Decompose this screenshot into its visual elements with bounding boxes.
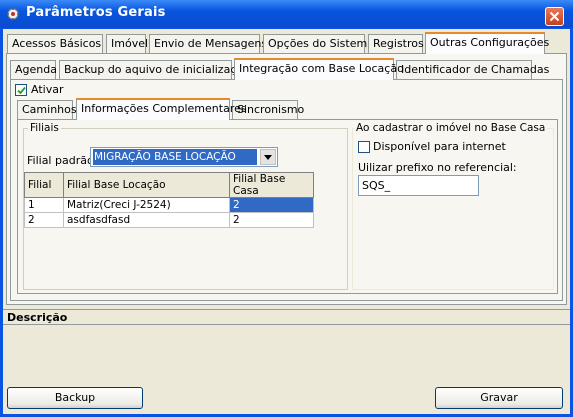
filial-padrao-select[interactable]: MIGRAÇÃO BASE LOCAÇÃO [90,147,278,167]
disponivel-internet-checkbox[interactable] [358,141,370,153]
app-icon [7,8,19,20]
window: Parâmetros Gerais Acessos Básicos Imóvel… [0,0,573,417]
tab-outras-configuracoes[interactable]: Outras Configurações [425,32,549,54]
close-icon [549,11,560,22]
inner-tab-row: Caminhos Informações Complementares Sinc… [17,98,557,120]
checkmark-icon [17,86,26,95]
cell-base-casa[interactable]: 2 [229,212,314,228]
tab-integracao-base-locacao[interactable]: Integração com Base Locação [234,58,404,80]
column-header-filial[interactable]: Filial [24,172,64,198]
tab-caminhos[interactable]: Caminhos [17,100,77,119]
tab-label: Outras Configurações [430,36,550,49]
column-header-base-casa[interactable]: Filial Base Casa [229,172,314,198]
tab-label: Integração com Base Locação [239,62,404,75]
chevron-down-icon [264,155,272,160]
ativar-label: Ativar [31,83,64,96]
base-casa-legend: Ao cadastrar o imóvel no Base Casa [354,122,548,134]
disponivel-internet-label: Disponível para internet [373,140,506,153]
divider [3,309,570,310]
tab-label: Agenda [15,63,57,76]
tab-backup-inicializacao[interactable]: Backup do aquivo de inicialização [59,60,250,79]
tab-label: Backup do aquivo de inicialização [64,63,250,76]
dropdown-button[interactable] [260,149,276,165]
column-header-base-locacao[interactable]: Filial Base Locação [63,172,230,198]
cell-filial[interactable]: 1 [24,197,64,213]
tab-label: Caminhos [22,103,77,116]
prefixo-input[interactable]: SQS_ [358,175,479,196]
cell-base-locacao[interactable]: asdfasdfasd [63,212,230,228]
window-client: Acessos Básicos Imóvel Envio de Mensagen… [3,29,570,414]
tab-acessos-basicos[interactable]: Acessos Básicos [7,34,103,53]
tab-label: Opções do Sistema [268,37,374,50]
table-row[interactable]: 1 Matriz(Creci J-2524) 2 [24,197,314,213]
table-header-row: Filial Filial Base Locação Filial Base C… [24,172,314,198]
tab-registros[interactable]: Registros [368,34,424,53]
tab-label: Envio de Mensagens [154,37,268,50]
tab-label: Acessos Básicos [12,37,102,50]
outras-configuracoes-panel: Agenda Backup do aquivo de inicialização… [6,53,567,305]
filiais-legend: Filiais [28,122,61,134]
base-casa-group: Ao cadastrar o imóvel no Base Casa Dispo… [352,122,554,290]
gravar-button[interactable]: Gravar [435,387,563,409]
filiais-table: Filial Filial Base Locação Filial Base C… [24,172,314,228]
descricao-area [3,325,570,380]
tab-label: Sincronismo [237,103,305,116]
window-title: Parâmetros Gerais [26,5,166,20]
informacoes-panel: Filiais Filial padrão: MIGRAÇÃO BASE LOC… [17,119,558,294]
sub-tab-row: Agenda Backup do aquivo de inicialização… [10,58,560,80]
close-button[interactable] [545,7,564,26]
tab-label: Identificador de Chamadas [401,63,550,76]
filial-padrao-value: MIGRAÇÃO BASE LOCAÇÃO [93,149,257,165]
table-row[interactable]: 2 asdfasdfasd 2 [24,212,314,228]
descricao-label: Descrição [7,311,68,324]
tab-opcoes-sistema[interactable]: Opções do Sistema [263,34,374,53]
cell-filial[interactable]: 2 [24,212,64,228]
tab-informacoes-complementares[interactable]: Informações Complementares [76,98,247,120]
title-bar[interactable]: Parâmetros Gerais [0,0,573,28]
tab-envio-mensagens[interactable]: Envio de Mensagens [149,34,267,53]
filiais-group: Filiais Filial padrão: MIGRAÇÃO BASE LOC… [23,122,348,290]
cell-base-casa[interactable]: 2 [229,197,314,213]
tab-agenda[interactable]: Agenda [10,60,57,79]
tab-imovel[interactable]: Imóvel [106,34,149,53]
tab-label: Informações Complementares [81,102,247,115]
backup-button[interactable]: Backup [7,387,143,409]
filial-padrao-label: Filial padrão: [27,154,98,167]
ativar-checkbox[interactable] [15,84,27,96]
tab-label: Imóvel [111,37,149,50]
tab-label: Registros [373,37,424,50]
main-tab-row: Acessos Básicos Imóvel Envio de Mensagen… [7,32,567,54]
integracao-panel: Ativar Caminhos Informações Complementar… [10,79,563,301]
tab-identificador-chamadas[interactable]: Identificador de Chamadas [396,60,549,79]
prefixo-label: Uilizar prefixo no referencial: [358,161,517,174]
cell-base-locacao[interactable]: Matriz(Creci J-2524) [63,197,230,213]
